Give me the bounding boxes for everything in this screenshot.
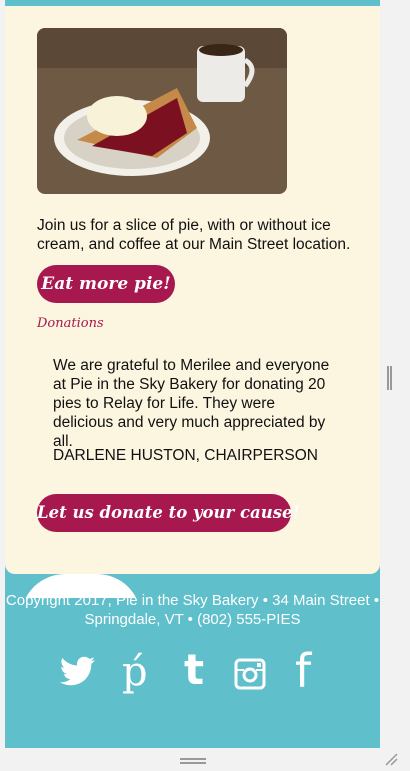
pinterest-icon[interactable]: ṕ	[122, 652, 148, 692]
twitter-icon[interactable]	[59, 656, 96, 691]
facebook-icon[interactable]: f	[295, 648, 311, 694]
social-links: ṕ t f	[59, 648, 330, 698]
tumblr-icon[interactable]: t	[184, 648, 204, 692]
intro-text: Join us for a slice of pie, with or with…	[37, 217, 351, 253]
vertical-resize-handle[interactable]	[387, 366, 392, 390]
eat-more-pie-button[interactable]: Eat more pie!	[37, 265, 175, 303]
corner-resize-grip[interactable]	[384, 752, 398, 766]
donation-quote: We are grateful to Merilee and everyone …	[53, 357, 330, 450]
instagram-icon[interactable]	[234, 658, 266, 695]
content-card: Join us for a slice of pie, with or with…	[5, 6, 380, 574]
donate-button[interactable]: Let us donate to your cause!	[37, 494, 300, 532]
footer-copyright: Copyright 2017, Pie in the Sky Bakery • …	[5, 592, 380, 628]
pie-photo	[37, 28, 287, 194]
donations-heading: Donations	[37, 316, 104, 331]
quote-signature: DARLENE HUSTON, CHAIRPERSON	[53, 447, 318, 464]
page-viewport: Join us for a slice of pie, with or with…	[5, 0, 380, 748]
horizontal-resize-handle[interactable]	[180, 758, 206, 764]
